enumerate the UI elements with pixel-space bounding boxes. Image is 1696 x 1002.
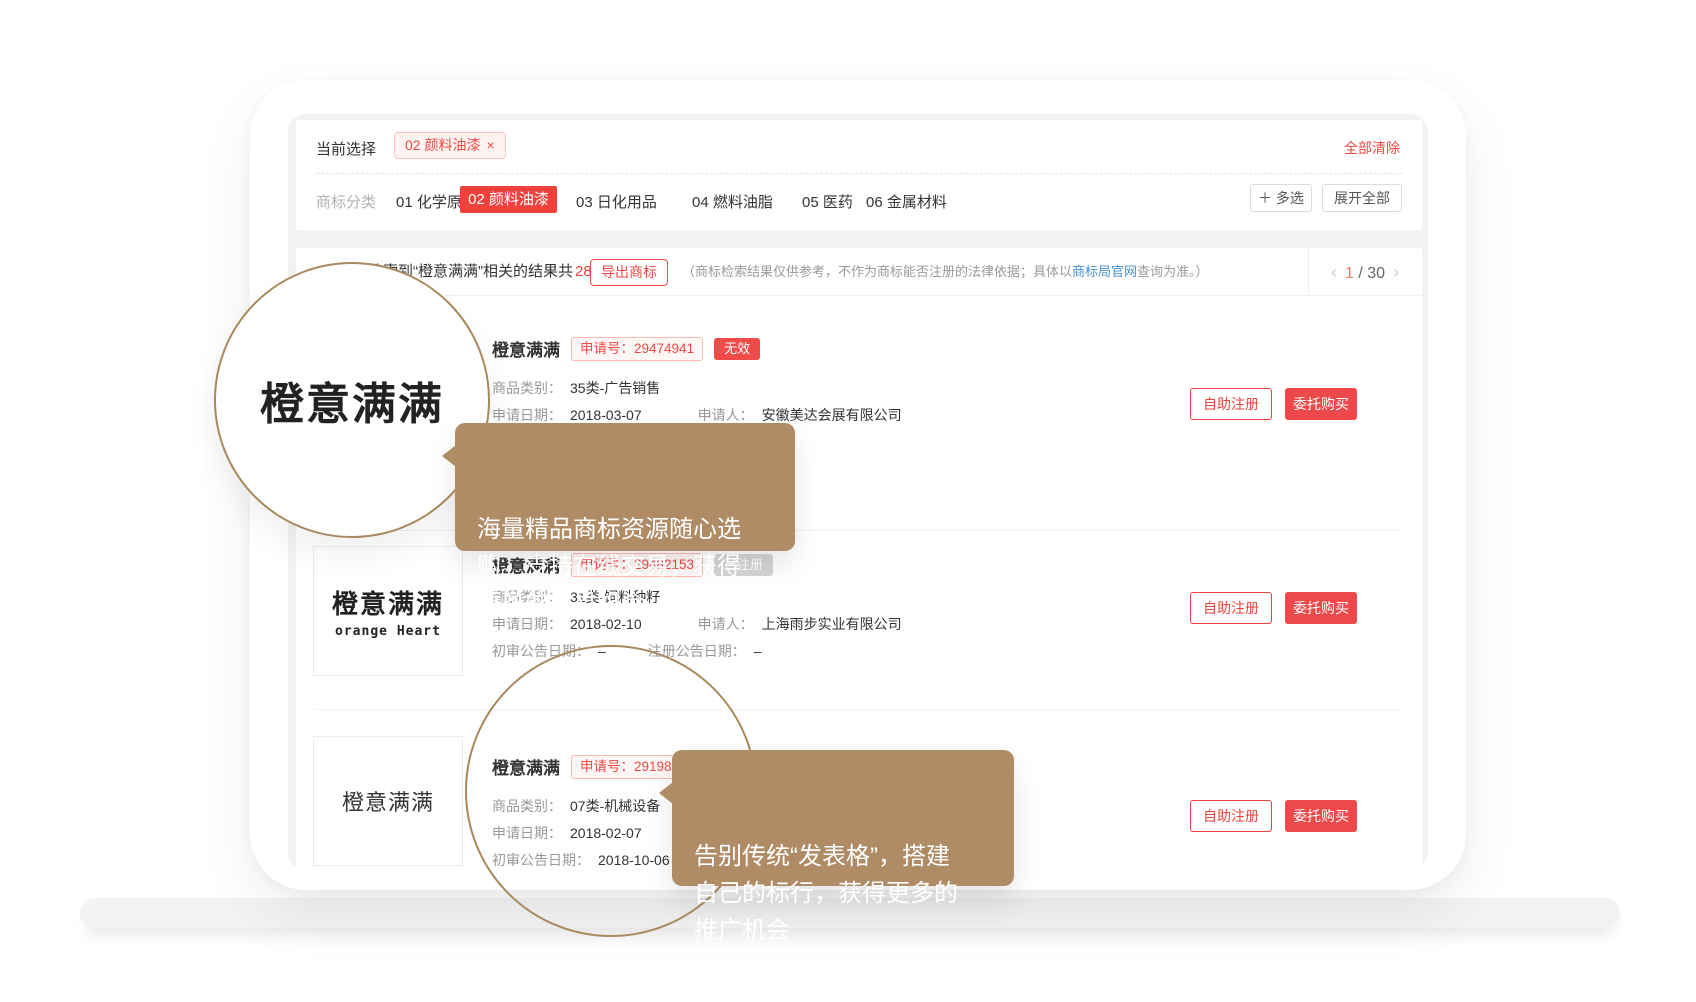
- status-badge: 无效: [714, 338, 760, 360]
- magnified-trademark-text: 橙意满满: [260, 368, 444, 432]
- self-register-button[interactable]: 自助注册: [1190, 800, 1272, 832]
- note-prefix: （商标检索结果仅供参考，不作为商标能否注册的法律依据；具体以: [682, 264, 1072, 279]
- filter-panel: 当前选择 02 颜料油漆× 全部清除 商标分类 01 化学原料 02 颜料油漆 …: [296, 120, 1422, 230]
- callout-tooltip-promo: 告别传统“发表格”，搭建 自己的标行，获得更多的 推广机会: [672, 750, 1014, 886]
- trademark-title-line: 橙意满满 申请号：29474941 无效: [492, 336, 760, 361]
- selected-filter-tag-label: 02 颜料油漆: [405, 137, 480, 153]
- category-06[interactable]: 06 金属材料: [866, 191, 947, 212]
- page-separator: /: [1358, 265, 1362, 282]
- trademark-image-text: 橙意满满: [332, 584, 444, 621]
- tooltip-text: 告别传统“发表格”，搭建 自己的标行，获得更多的 推广机会: [694, 843, 958, 944]
- category-04[interactable]: 04 燃料油脂: [692, 191, 773, 212]
- trademark-image-subtext: orange Heart: [335, 624, 441, 639]
- results-header: 检索到“橙意满满”相关的结果共28个 导出商标 （商标检索结果仅供参考，不作为商…: [296, 248, 1422, 296]
- total-pages: 30: [1367, 265, 1385, 282]
- field-label: 申请人：: [698, 407, 754, 423]
- trademark-image[interactable]: 橙意满满: [313, 736, 463, 866]
- current-page: 1: [1345, 265, 1354, 282]
- field-line: 申请日期： 2018-03-07 申请人： 安徽美达会展有限公司: [492, 405, 902, 425]
- self-register-button[interactable]: 自助注册: [1190, 388, 1272, 420]
- result-row: 橙意满满 orange Heart 橙意满满 申请号：29482153 已注册 …: [296, 530, 1422, 709]
- trademark-image-text: 橙意满满: [342, 785, 434, 817]
- callout-tooltip-trade: 海量精品商标资源随心选 购。支持在线交易，获得 更多的交易机会: [455, 423, 795, 551]
- disclaimer-note: （商标检索结果仅供参考，不作为商标能否注册的法律依据；具体以商标局官网查询为准。…: [682, 248, 1209, 296]
- prev-page-icon[interactable]: ‹: [1331, 262, 1337, 282]
- category-02-active[interactable]: 02 颜料油漆: [460, 186, 557, 213]
- official-site-link[interactable]: 商标局官网: [1072, 264, 1137, 279]
- entrust-buy-button[interactable]: 委托购买: [1285, 800, 1357, 832]
- remove-tag-icon[interactable]: ×: [486, 137, 494, 153]
- field-value: 35类-广告销售: [570, 380, 660, 396]
- divider: [316, 173, 1402, 174]
- field-label: 申请日期：: [492, 407, 562, 423]
- trademark-image[interactable]: 橙意满满 orange Heart: [313, 546, 463, 676]
- clear-all-link[interactable]: 全部清除: [1344, 138, 1400, 158]
- trademark-name[interactable]: 橙意满满: [492, 336, 560, 361]
- self-register-button[interactable]: 自助注册: [1190, 592, 1272, 624]
- category-label: 商标分类: [316, 191, 376, 212]
- field-value: 2018-03-07: [570, 407, 642, 423]
- category-05[interactable]: 05 医药: [802, 191, 853, 212]
- expand-all-button[interactable]: 展开全部: [1322, 184, 1402, 212]
- pagination: ‹ 1 / 30 ›: [1308, 248, 1422, 296]
- multi-select-button[interactable]: ＋ 多选: [1250, 184, 1312, 212]
- category-03[interactable]: 03 日化用品: [576, 191, 657, 212]
- selected-filter-tag[interactable]: 02 颜料油漆 ×: [394, 132, 506, 159]
- magnifier-circle: 橙意满满: [214, 262, 490, 538]
- field-value: 上海雨步实业有限公司: [762, 616, 902, 632]
- export-trademark-button[interactable]: 导出商标: [590, 259, 668, 286]
- field-value: –: [754, 643, 762, 659]
- application-number-tag: 申请号：29474941: [571, 337, 703, 361]
- next-page-icon[interactable]: ›: [1393, 262, 1399, 282]
- entrust-buy-button[interactable]: 委托购买: [1285, 388, 1357, 420]
- note-suffix: 查询为准。）: [1137, 264, 1209, 279]
- field-label: 申请人：: [698, 616, 754, 632]
- tooltip-arrow-icon: [659, 782, 673, 804]
- tooltip-arrow-icon: [442, 445, 456, 467]
- current-selection-label: 当前选择: [316, 138, 376, 159]
- field-value: 安徽美达会展有限公司: [762, 407, 902, 423]
- entrust-buy-button[interactable]: 委托购买: [1285, 592, 1357, 624]
- page: 当前选择 02 颜料油漆× 全部清除 商标分类 01 化学原料 02 颜料油漆 …: [0, 0, 1696, 1002]
- field-label: 商品类别：: [492, 380, 562, 396]
- field-line: 商品类别： 35类-广告销售: [492, 378, 660, 398]
